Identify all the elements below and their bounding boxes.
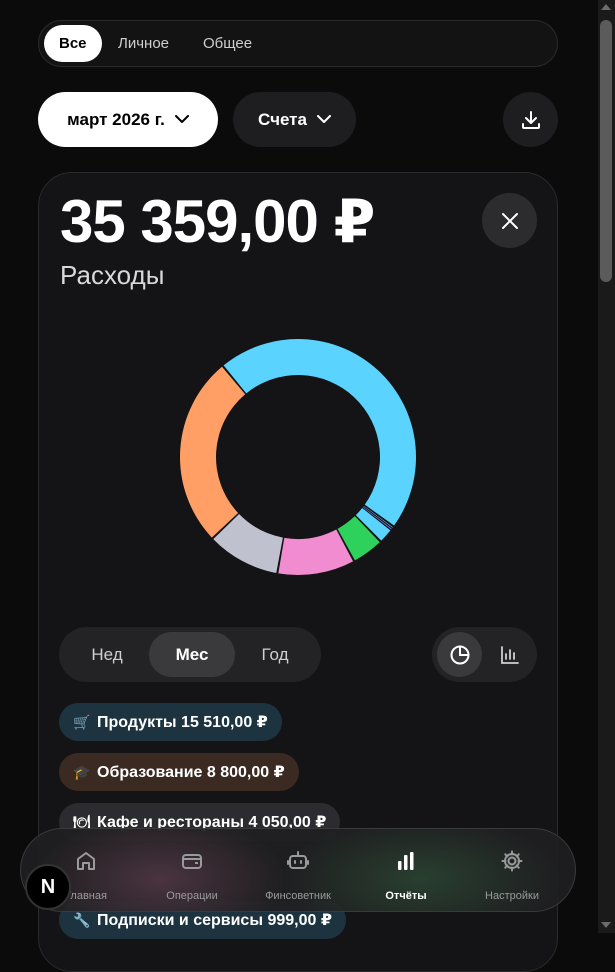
wallet-icon	[182, 854, 202, 869]
nav-reports[interactable]: Отчёты	[351, 829, 461, 911]
category-label: Продукты 15 510,00 ₽	[97, 714, 268, 731]
chart-type-switch	[432, 627, 537, 682]
scroll-down-arrow-icon[interactable]	[601, 922, 611, 928]
pie-chart-toggle[interactable]	[437, 632, 482, 677]
scroll-up-arrow-icon[interactable]	[601, 4, 611, 10]
nav-label: Настройки	[485, 890, 539, 902]
dev-badge[interactable]: N	[25, 864, 71, 910]
robot-icon	[287, 851, 309, 869]
nav-advisor[interactable]: Финсоветник	[243, 829, 353, 911]
nav-label: Финсоветник	[265, 890, 331, 902]
gear-icon	[501, 850, 523, 872]
category-label: Подписки и сервисы 999,00 ₽	[97, 912, 332, 929]
filter-tabs: Все Личное Общее	[38, 20, 558, 67]
download-button[interactable]	[503, 92, 558, 147]
nav-label: Отчёты	[385, 890, 427, 902]
donut-slice[interactable]	[223, 339, 416, 526]
close-button[interactable]	[482, 193, 537, 248]
category-label: Образование 8 800,00 ₽	[97, 764, 285, 781]
nav-label: Операции	[166, 890, 218, 902]
chevron-down-icon	[316, 115, 331, 123]
period-year[interactable]: Год	[232, 632, 318, 677]
accounts-select-button[interactable]: Счета	[233, 92, 356, 147]
period-week[interactable]: Нед	[64, 632, 150, 677]
donut-slice[interactable]	[179, 366, 246, 538]
chevron-down-icon	[174, 115, 189, 123]
category-chip[interactable]: 🛒 Продукты 15 510,00 ₽	[59, 703, 282, 741]
graduation-cap-icon: 🎓	[73, 763, 91, 780]
wrench-icon: 🔧	[73, 911, 91, 928]
period-month[interactable]: Мес	[149, 632, 235, 677]
period-label: март 2026 г.	[67, 109, 165, 129]
tab-all[interactable]: Все	[44, 25, 102, 62]
tab-personal[interactable]: Личное	[103, 25, 184, 62]
bar-chart-toggle[interactable]	[487, 632, 532, 677]
pie-chart-icon	[450, 645, 469, 664]
accounts-label: Счета	[258, 109, 307, 129]
total-amount: 35 359,00 ₽	[60, 188, 375, 255]
amount-label: Расходы	[60, 260, 165, 290]
category-chip[interactable]: 🎓 Образование 8 800,00 ₽	[59, 753, 299, 791]
nav-operations[interactable]: Операции	[137, 829, 247, 911]
donut-chart[interactable]	[175, 334, 421, 580]
tab-shared[interactable]: Общее	[188, 25, 267, 62]
period-select-button[interactable]: март 2026 г.	[38, 92, 218, 147]
bar-chart-icon	[500, 645, 519, 664]
bottom-nav: Главная Операции Финсоветник Отчёты Наст…	[20, 828, 576, 912]
download-icon	[521, 110, 540, 129]
period-switch: Нед Мес Год	[59, 627, 321, 682]
scrollbar-thumb[interactable]	[600, 20, 612, 282]
cart-icon: 🛒	[73, 713, 91, 730]
close-icon	[501, 212, 518, 229]
home-icon	[77, 852, 95, 870]
bar-chart-icon	[398, 852, 414, 870]
nav-settings[interactable]: Настройки	[457, 829, 567, 911]
